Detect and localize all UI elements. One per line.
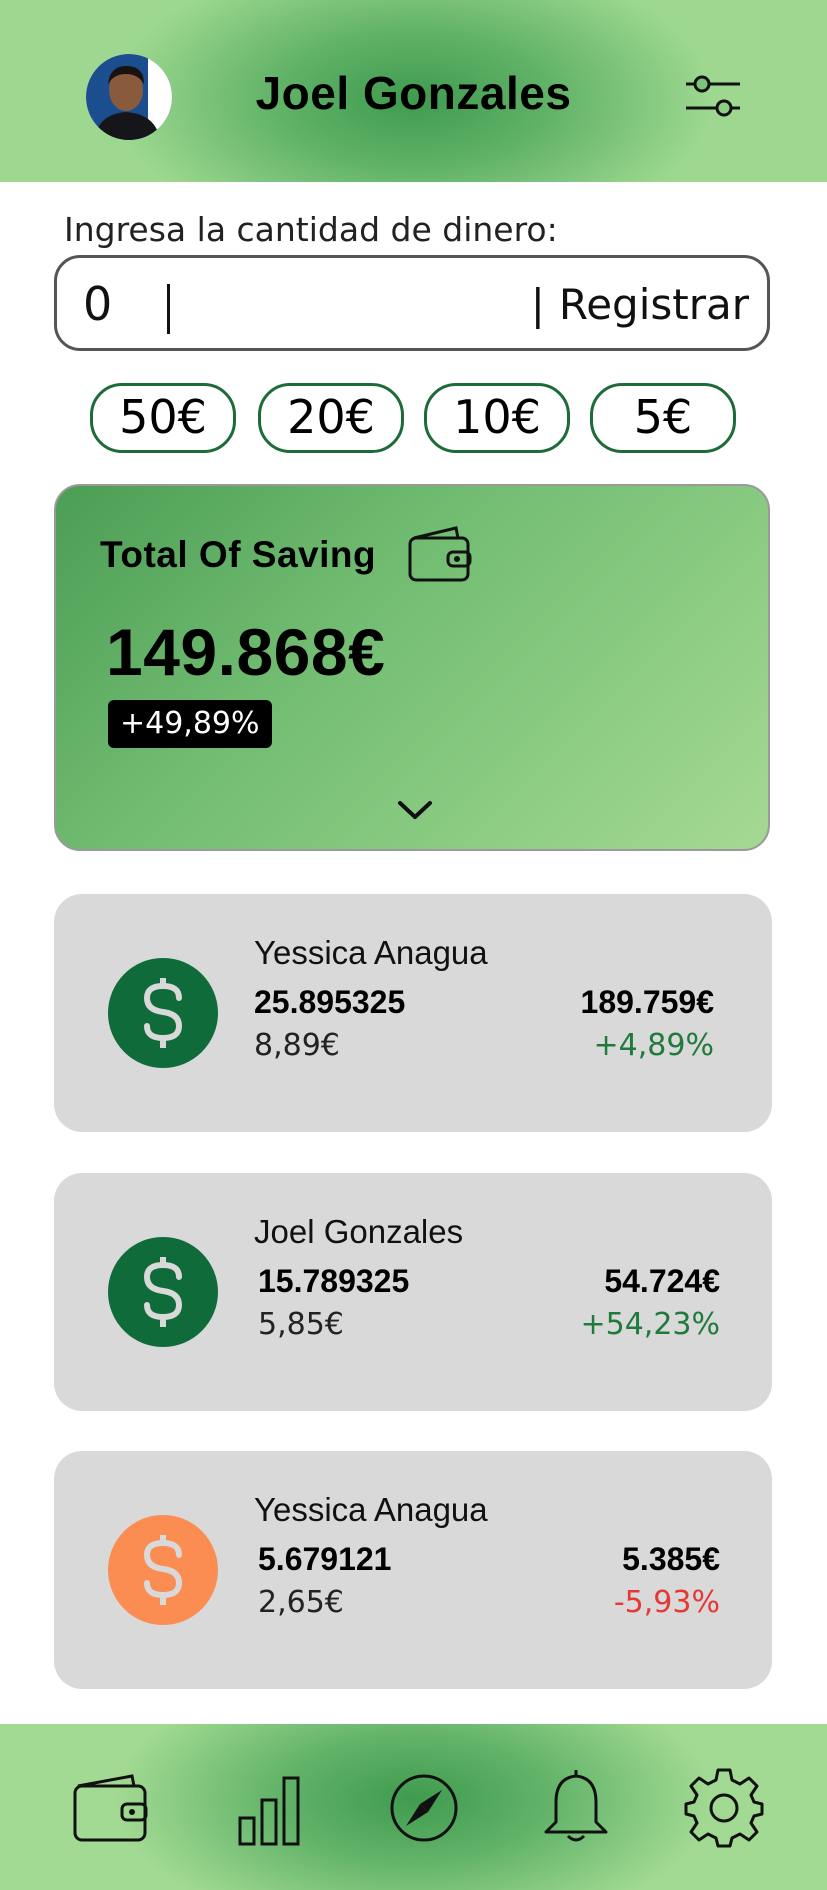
user-name: Joel Gonzales (255, 67, 572, 119)
holding-units: 15.789325 (258, 1263, 410, 1299)
total-saving-card: Total Of Saving 149.868€ +49,89% (54, 484, 770, 851)
dollar-icon (108, 958, 218, 1068)
bottom-nav (0, 1724, 827, 1890)
chevron-down-icon[interactable] (396, 798, 434, 822)
holding-name: Yessica Anagua (254, 934, 488, 971)
register-label: Registrar (558, 280, 749, 329)
dollar-icon (108, 1237, 218, 1347)
holding-change: +4,89% (593, 1028, 714, 1063)
saving-amount: 149.868€ (106, 615, 386, 689)
compass-icon[interactable] (384, 1768, 464, 1848)
holding-change: +54,23% (580, 1307, 720, 1342)
dollar-icon (108, 1515, 218, 1625)
saving-title: Total Of Saving (100, 534, 377, 575)
coin-icon (108, 1515, 218, 1625)
holding-total: 189.759€ (580, 984, 714, 1020)
quick-amount-20[interactable]: 20€ (258, 383, 404, 453)
bell-icon[interactable] (536, 1768, 616, 1848)
coin-icon (108, 1237, 218, 1347)
holding-total: 54.724€ (604, 1263, 720, 1299)
holding-change: -5,93% (613, 1585, 720, 1620)
filter-settings-icon[interactable] (684, 74, 742, 120)
app-header: Joel Gonzales (0, 0, 827, 182)
register-separator: | (530, 280, 545, 329)
quick-amount-5[interactable]: 5€ (590, 383, 736, 453)
coin-icon (108, 958, 218, 1068)
holding-total: 5.385€ (622, 1541, 720, 1577)
holding-name: Joel Gonzales (254, 1213, 464, 1250)
holding-units: 5.679121 (258, 1541, 392, 1577)
amount-input-box: | Registrar (54, 255, 770, 351)
holding-card[interactable]: Yessica Anagua 25.895325 8,89€ 189.759€ … (54, 894, 772, 1132)
register-button[interactable]: | Registrar (531, 280, 749, 329)
gear-icon[interactable] (684, 1768, 764, 1848)
holding-name: Yessica Anagua (254, 1491, 488, 1528)
holding-price: 8,89€ (254, 1028, 340, 1063)
holding-price: 5,85€ (258, 1307, 344, 1342)
wallet-icon (408, 526, 472, 582)
holding-card[interactable]: Joel Gonzales 15.789325 5,85€ 54.724€ +5… (54, 1173, 772, 1411)
holding-price: 2,65€ (258, 1585, 344, 1620)
quick-amount-10[interactable]: 10€ (424, 383, 570, 453)
holding-card[interactable]: Yessica Anagua 5.679121 2,65€ 5.385€ -5,… (54, 1451, 772, 1689)
quick-amount-50[interactable]: 50€ (90, 383, 236, 453)
amount-input[interactable] (81, 272, 505, 336)
text-caret (167, 284, 170, 334)
amount-label: Ingresa la cantidad de dinero: (64, 210, 558, 249)
bar-chart-icon[interactable] (230, 1768, 310, 1848)
wallet-icon[interactable] (70, 1768, 150, 1848)
holding-units: 25.895325 (254, 984, 406, 1020)
saving-change-badge: +49,89% (108, 700, 272, 748)
